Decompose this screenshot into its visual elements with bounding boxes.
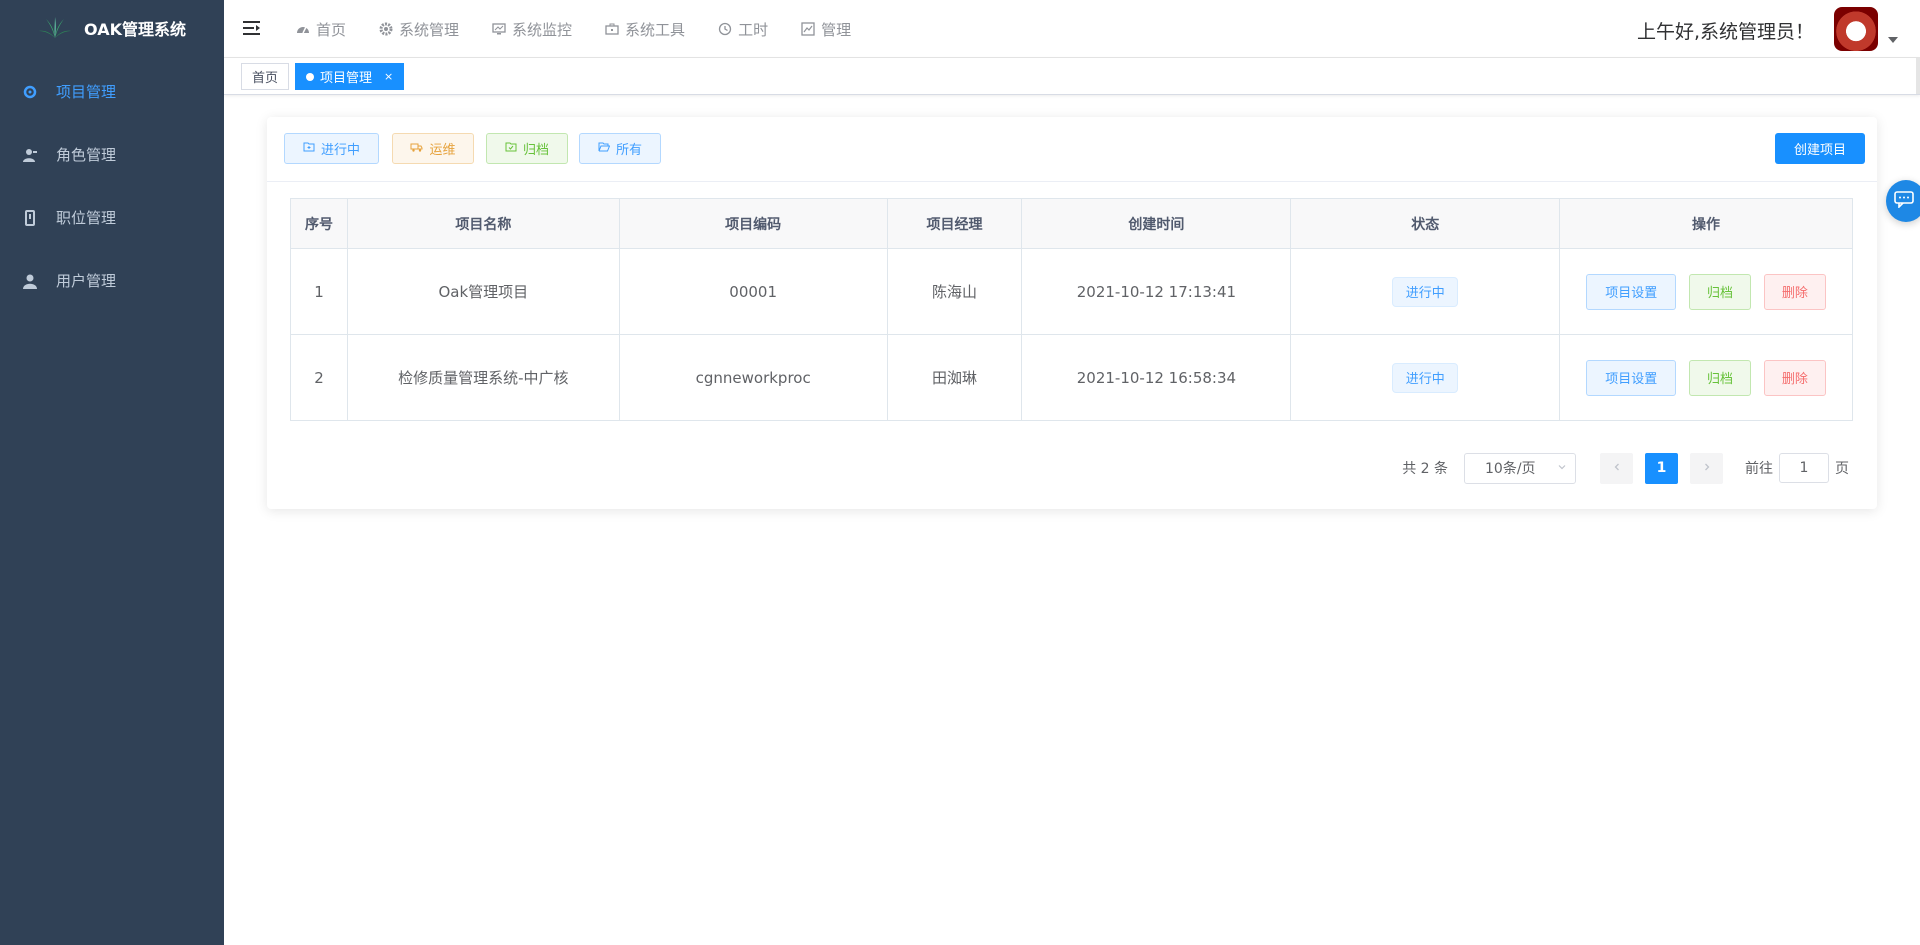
next-page-button[interactable] [1690, 452, 1723, 484]
project-icon [22, 84, 38, 100]
tags-view: 首页 项目管理 × [224, 58, 1920, 95]
sidebar-item-label: 用户管理 [56, 272, 117, 290]
topmenu-item-monitor[interactable]: 系统监控 [492, 19, 572, 40]
column-header-name: 项目名称 [346, 198, 620, 249]
sidebar-item-user[interactable]: 用户管理 [0, 249, 224, 312]
chevron-right-icon [1702, 460, 1712, 476]
table-row: 1 Oak管理项目 00001 陈海山 2021-10-12 17:13:41 … [290, 248, 1853, 335]
tag-home[interactable]: 首页 [241, 63, 290, 90]
dashboard-icon [296, 22, 310, 36]
role-icon [22, 147, 38, 163]
tag-project-management[interactable]: 项目管理 × [295, 63, 405, 90]
cell-actions: 项目设置 归档 删除 [1559, 334, 1853, 421]
monitor-icon [492, 22, 506, 36]
sidebar-item-project[interactable]: 项目管理 [0, 60, 224, 123]
sidebar-item-role[interactable]: 角色管理 [0, 123, 224, 186]
create-project-button[interactable]: 创建项目 [1775, 133, 1865, 164]
hamburger-icon[interactable] [242, 18, 262, 38]
cell-status: 进行中 [1290, 248, 1561, 335]
gear-icon [379, 22, 393, 36]
filter-ops-button[interactable]: 运维 [392, 133, 474, 164]
clock-icon [718, 22, 732, 36]
column-header-code: 项目编码 [618, 198, 888, 249]
cell-created-time: 2021-10-12 17:13:41 [1021, 248, 1292, 335]
post-icon [22, 209, 38, 226]
status-badge: 进行中 [1392, 362, 1459, 393]
greeting-text: 上午好,系统管理员！ [1636, 21, 1814, 43]
truck-icon [410, 141, 423, 157]
topmenu-item-home[interactable]: 首页 [296, 19, 346, 40]
cell-manager: 陈海山 [886, 248, 1023, 335]
cell-project-name: 检修质量管理系统-中广核 [346, 334, 620, 421]
filter-all-button[interactable]: 所有 [579, 133, 661, 164]
table-header-row: 序号 项目名称 项目编码 项目经理 创建时间 状态 操作 [290, 198, 1853, 249]
topmenu-item-worktime[interactable]: 工时 [718, 19, 768, 40]
page-number-current[interactable]: 1 [1645, 452, 1678, 484]
column-header-created: 创建时间 [1021, 198, 1292, 249]
logo[interactable]: OAK管理系统 [0, 0, 224, 56]
prev-page-button[interactable] [1600, 452, 1633, 484]
card-header: 进行中 运维 归档 所有 创建项目 [267, 117, 1877, 182]
project-settings-button[interactable]: 项目设置 [1586, 359, 1677, 396]
toolbox-icon [605, 22, 619, 36]
sidebar: OAK管理系统 项目管理 角色管理 职位管理 用户管理 [0, 0, 224, 945]
sidebar-item-label: 职位管理 [56, 209, 117, 227]
column-header-index: 序号 [290, 198, 348, 249]
caret-down-icon[interactable] [1888, 37, 1898, 43]
sidebar-item-label: 项目管理 [56, 83, 117, 101]
chevron-left-icon [1612, 460, 1622, 476]
cell-status: 进行中 [1290, 334, 1561, 421]
filter-archived-button[interactable]: 归档 [486, 133, 568, 164]
cell-index: 2 [290, 334, 348, 421]
filter-in-progress-button[interactable]: 进行中 [284, 133, 379, 164]
project-card: 进行中 运维 归档 所有 创建项目 序号 项目名称 项目编码 项目经理 创建时间 [267, 117, 1877, 509]
cell-actions: 项目设置 归档 删除 [1559, 248, 1853, 335]
sidebar-item-label: 角色管理 [56, 146, 117, 164]
chevron-down-icon [1557, 460, 1567, 476]
topmenu-item-system[interactable]: 系统管理 [379, 19, 459, 40]
close-icon[interactable]: × [384, 70, 393, 83]
cell-project-code: 00001 [618, 248, 888, 335]
folder-checked-icon [505, 141, 517, 157]
user-icon [22, 273, 38, 289]
project-table: 序号 项目名称 项目编码 项目经理 创建时间 状态 操作 1 Oak管理项目 0… [290, 198, 1853, 421]
cell-index: 1 [290, 248, 348, 335]
cell-project-name: Oak管理项目 [346, 248, 620, 335]
top-menu: 首页 系统管理 系统监控 系统工具 工时 管理 [296, 0, 851, 58]
archive-button[interactable]: 归档 [1689, 359, 1752, 396]
cell-manager: 田洳琳 [886, 334, 1023, 421]
pagination-total: 共 2 条 [1402, 461, 1448, 477]
active-dot-icon [306, 72, 314, 81]
pagination: 共 2 条 10条/页 1 前往 页 [1402, 452, 1849, 484]
cell-created-time: 2021-10-12 16:58:34 [1021, 334, 1292, 421]
page-jumper: 前往 页 [1745, 453, 1849, 483]
sidebar-item-post[interactable]: 职位管理 [0, 186, 224, 249]
cell-project-code: cgnneworkproc [618, 334, 888, 421]
app-title: OAK管理系统 [84, 20, 186, 39]
chart-icon [801, 22, 815, 36]
folder-opened-icon [598, 141, 611, 157]
chat-float-button[interactable] [1886, 180, 1920, 222]
chat-icon [1894, 190, 1914, 212]
delete-button[interactable]: 删除 [1763, 359, 1826, 396]
page-jump-input[interactable] [1779, 453, 1829, 483]
delete-button[interactable]: 删除 [1763, 273, 1826, 310]
page-size-select[interactable]: 10条/页 [1464, 452, 1576, 484]
project-settings-button[interactable]: 项目设置 [1586, 273, 1677, 310]
table-row: 2 检修质量管理系统-中广核 cgnneworkproc 田洳琳 2021-10… [290, 334, 1853, 421]
archive-button[interactable]: 归档 [1689, 273, 1752, 310]
topmenu-item-tools[interactable]: 系统工具 [605, 19, 685, 40]
folder-add-icon [303, 141, 315, 157]
scrollbar[interactable] [1916, 58, 1920, 94]
status-badge: 进行中 [1392, 276, 1459, 307]
navbar: 首页 系统管理 系统监控 系统工具 工时 管理 上午好,系统管理员！ [224, 0, 1920, 58]
column-header-status: 状态 [1290, 198, 1561, 249]
avatar[interactable] [1834, 7, 1878, 51]
logo-icon [39, 17, 72, 38]
topmenu-item-manage[interactable]: 管理 [801, 19, 851, 40]
column-header-manager: 项目经理 [886, 198, 1023, 249]
column-header-actions: 操作 [1559, 198, 1853, 249]
